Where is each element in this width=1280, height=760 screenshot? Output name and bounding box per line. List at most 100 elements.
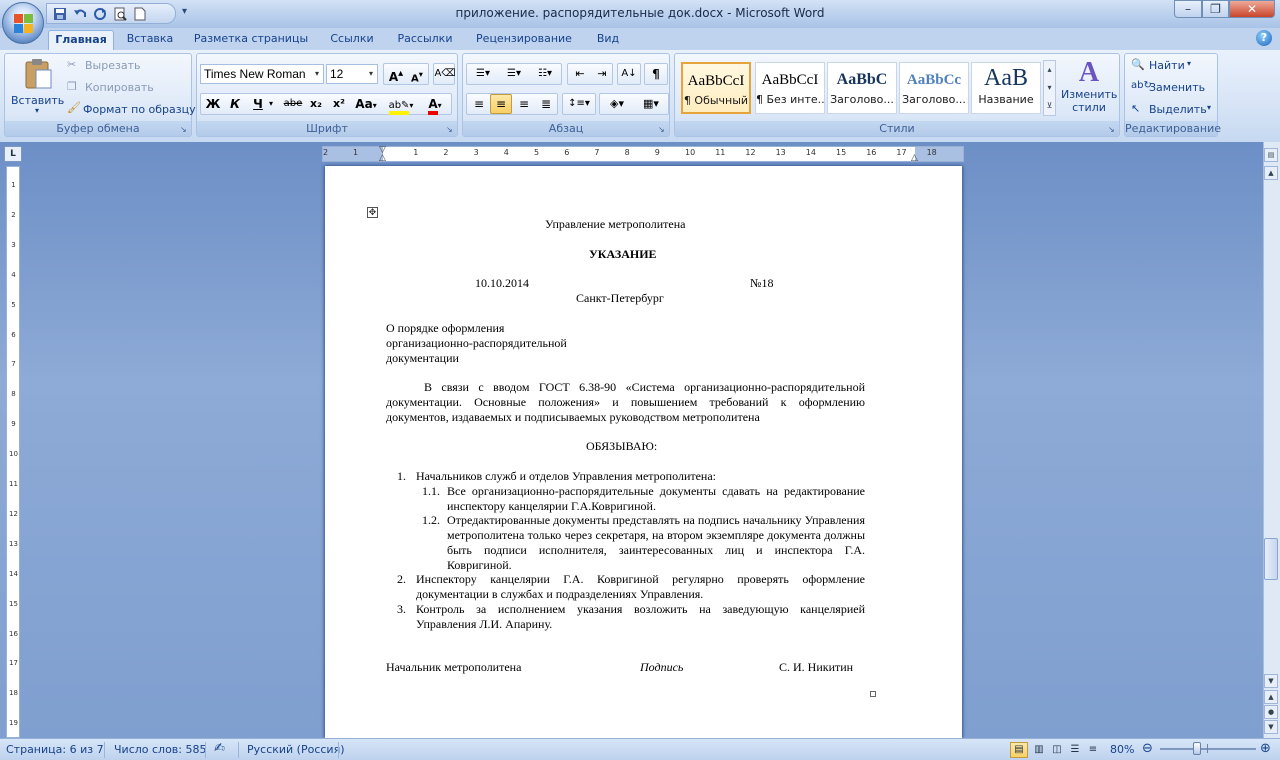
font-size-box[interactable]: 12 ▾ [326,64,378,84]
font-name-box[interactable]: Times New Roman ▾ [200,64,324,84]
cut-button[interactable]: ✂ Вырезать [65,57,185,75]
print-layout-view-icon[interactable]: ▤ [1010,742,1028,758]
word-count[interactable]: Число слов: 585 [114,743,207,756]
tab-home[interactable]: Главная [48,30,114,50]
restore-button[interactable]: ❐ [1202,0,1229,18]
paragraph-launcher-icon[interactable]: ↘ [658,125,667,134]
tab-review[interactable]: Рецензирование [468,30,580,50]
line-spacing-icon[interactable]: ↕≡▾ [564,94,594,114]
clipboard-launcher-icon[interactable]: ↘ [180,125,189,134]
underline-dropdown-icon[interactable]: ▾ [265,94,277,114]
next-page-button[interactable]: ▼ [1264,720,1278,734]
align-center-icon[interactable]: ≡ [490,94,512,114]
font-color-button[interactable]: A▾ [419,94,451,115]
styles-scroll[interactable]: ▴ ▾ ⊻ [1043,60,1056,116]
italic-button[interactable]: К [224,94,246,114]
style-normal[interactable]: AaBbCcI ¶ Обычный [681,62,751,114]
vertical-scrollbar[interactable] [1263,142,1280,738]
sort-icon[interactable]: A↓ [618,64,640,84]
ruler-toggle-icon[interactable]: ▤ [1264,148,1278,162]
table-move-handle-icon[interactable]: ✥ [367,207,378,218]
proofing-icon[interactable]: ✍ [214,741,225,756]
minimize-button[interactable]: – [1174,0,1202,18]
show-marks-icon[interactable]: ¶ [645,64,667,84]
help-icon[interactable]: ? [1256,30,1272,46]
subject-line: О порядке оформления [386,321,505,335]
language[interactable]: Русский (Россия) [247,743,345,756]
tab-page-layout[interactable]: Разметка страницы [190,30,312,50]
zoom-in-icon[interactable]: ⊕ [1260,741,1271,756]
font-launcher-icon[interactable]: ↘ [446,125,455,134]
previous-page-button[interactable]: ▲ [1264,690,1278,704]
outline-view-icon[interactable]: ☰ [1066,742,1084,758]
tab-mailings[interactable]: Рассылки [390,30,460,50]
horizontal-ruler[interactable]: ▽ △ △ 2 1 1 2 3 4 5 6 7 8 9 10 11 12 13 14 15 16 17 18 [322,145,964,163]
scroll-up-button[interactable]: ▲ [1264,166,1278,180]
select-button[interactable]: ↖ Выделить ▾ [1129,101,1215,119]
scrollbar-thumb[interactable] [1264,538,1278,580]
web-layout-icon[interactable]: ◫ [1048,742,1066,758]
shrink-font-icon[interactable]: A▾ [406,64,428,84]
zoom-level[interactable]: 80% [1110,743,1134,756]
highlight-button[interactable]: ab✎▾ [385,94,417,115]
page-count[interactable]: Страница: 6 из 7 [6,743,104,756]
style-heading-1[interactable]: AaBbC Заголово... [827,62,897,114]
replace-button[interactable]: ab↻ Заменить [1129,79,1215,97]
font-size-dropdown-icon[interactable]: ▾ [365,65,377,83]
grow-font-icon[interactable]: A▴ [385,64,407,84]
left-indent-marker[interactable]: △ [379,153,386,163]
superscript-button[interactable]: x² [328,94,350,114]
justify-icon[interactable]: ≣ [535,94,557,114]
tab-insert[interactable]: Вставка [120,30,180,50]
document-page[interactable]: ✥ Управление метрополитена УКАЗАНИЕ 10.1… [325,166,962,738]
new-document-icon[interactable] [133,7,147,21]
more-styles-icon[interactable]: ⊻ [1044,97,1055,115]
format-painter-button[interactable]: 🖌 Формат по образцу [65,101,196,119]
change-styles-button[interactable]: A Изменить стили [1061,58,1117,120]
full-screen-reading-icon[interactable]: ▥ [1030,742,1048,758]
zoom-slider[interactable] [1160,748,1256,750]
align-right-icon[interactable]: ≡ [513,94,535,114]
styles-launcher-icon[interactable]: ↘ [1108,125,1117,134]
numbering-icon[interactable]: ☰▾ [499,64,529,84]
undo-icon[interactable] [73,7,87,21]
customize-qat-icon[interactable]: ▾ [182,6,187,17]
bullets-icon[interactable]: ☰▾ [468,64,498,84]
find-button[interactable]: 🔍 Найти ▾ [1129,57,1215,75]
strikethrough-button[interactable]: abe [282,94,304,114]
multilevel-list-icon[interactable]: ☷▾ [530,64,560,84]
style-title[interactable]: AaB Название [971,62,1041,114]
change-case-button[interactable]: Aa▾ [351,94,381,114]
clear-formatting-icon[interactable]: A⌫ [434,64,456,84]
zoom-slider-knob[interactable] [1193,742,1201,755]
zoom-out-icon[interactable]: ⊖ [1142,741,1153,756]
font-size-toolbar: A▴ A▾ [383,63,429,85]
subscript-button[interactable]: x₂ [305,94,327,114]
select-browse-object-button[interactable]: ● [1264,705,1278,719]
bold-button[interactable]: Ж [202,94,224,114]
style-heading-2[interactable]: AaBbCc Заголово... [899,62,969,114]
right-indent-marker[interactable]: △ [911,153,918,163]
scroll-down-button[interactable]: ▼ [1264,674,1278,688]
tab-references[interactable]: Ссылки [322,30,382,50]
style-no-spacing[interactable]: AaBbCcI ¶ Без инте... [755,62,825,114]
paste-button[interactable]: Вставить ▾ [9,56,67,118]
copy-button[interactable]: ❐ Копировать [65,79,185,97]
borders-icon[interactable]: ▦▾ [635,94,667,114]
scroll-down-icon[interactable]: ▾ [1044,79,1055,97]
increase-indent-icon[interactable]: ⇥ [591,64,613,84]
tab-selector-button[interactable]: L [4,146,22,162]
tab-view[interactable]: Вид [588,30,628,50]
align-left-icon[interactable]: ≡ [468,94,490,114]
font-name-dropdown-icon[interactable]: ▾ [311,65,323,83]
print-preview-icon[interactable] [113,7,127,21]
vertical-ruler[interactable]: 1 2 3 4 5 6 7 8 9 10 11 12 13 14 15 16 17 18 19 [6,166,20,738]
shading-icon[interactable]: ◈▾ [601,94,633,114]
office-button[interactable] [2,2,44,44]
save-icon[interactable] [53,7,67,21]
redo-icon[interactable] [93,7,107,21]
decrease-indent-icon[interactable]: ⇤ [569,64,591,84]
scroll-up-icon[interactable]: ▴ [1044,61,1055,79]
draft-view-icon[interactable]: ≡ [1084,742,1102,758]
close-button[interactable]: ✕ [1229,0,1275,18]
